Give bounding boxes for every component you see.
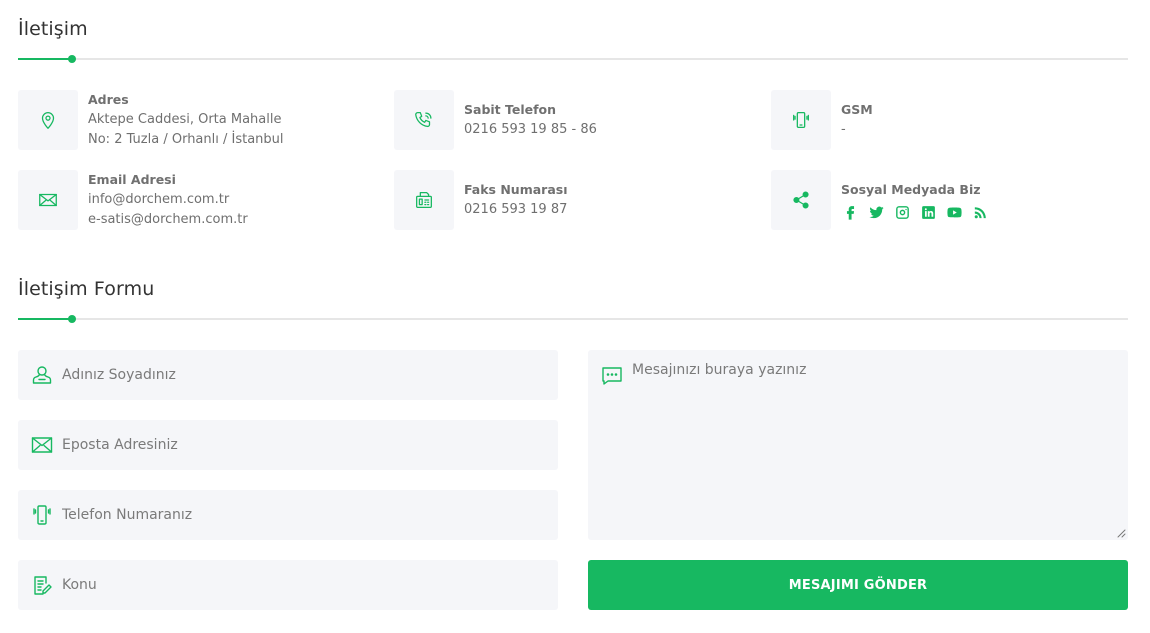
youtube-icon[interactable] xyxy=(945,203,963,221)
share-icon xyxy=(771,170,831,230)
instagram-icon[interactable] xyxy=(893,203,911,221)
rss-icon[interactable] xyxy=(971,203,989,221)
location-pin-icon xyxy=(18,90,78,150)
envelope-icon xyxy=(31,437,53,453)
fax-icon xyxy=(394,170,454,230)
chat-bubble-icon xyxy=(602,367,622,385)
email-line2[interactable]: e-satis@dorchem.com.tr xyxy=(88,210,248,230)
divider-accent xyxy=(18,318,72,320)
social-links xyxy=(841,203,989,221)
fax-label: Faks Numarası xyxy=(464,182,568,197)
phone-input[interactable] xyxy=(62,507,542,523)
gsm-label: GSM xyxy=(841,102,873,117)
subject-input[interactable] xyxy=(62,577,542,593)
divider-dot xyxy=(68,55,76,63)
address-line1: Aktepe Caddesi, Orta Mahalle xyxy=(88,112,282,127)
email-field-wrapper xyxy=(18,420,558,470)
fax-value: 0216 593 19 87 xyxy=(464,202,568,217)
email-line1[interactable]: info@dorchem.com.tr xyxy=(88,190,248,210)
resize-handle-icon[interactable] xyxy=(1117,529,1126,538)
mobile-phone-icon xyxy=(33,505,51,525)
landline-value[interactable]: 0216 593 19 85 - 86 xyxy=(464,120,597,140)
info-address: Adres Aktepe Caddesi, Orta Mahalle No: 2… xyxy=(18,90,284,150)
info-fax: Faks Numarası 0216 593 19 87 xyxy=(394,170,568,230)
address-line2: No: 2 Tuzla / Orhanlı / İstanbul xyxy=(88,132,284,147)
facebook-icon[interactable] xyxy=(841,203,859,221)
info-social: Sosyal Medyada Biz xyxy=(771,170,989,230)
name-field-wrapper xyxy=(18,350,558,400)
phone-icon xyxy=(394,90,454,150)
info-email: Email Adresi info@dorchem.com.tr e-satis… xyxy=(18,170,248,230)
gsm-value: - xyxy=(841,122,846,137)
email-label: Email Adresi xyxy=(88,172,176,187)
linkedin-icon[interactable] xyxy=(919,203,937,221)
address-label: Adres xyxy=(88,92,129,107)
twitter-icon[interactable] xyxy=(867,203,885,221)
form-divider xyxy=(18,315,1128,323)
form-title: İletişim Formu xyxy=(18,278,155,300)
contact-title: İletişim xyxy=(18,18,88,40)
info-landline: Sabit Telefon 0216 593 19 85 - 86 xyxy=(394,90,597,150)
phone-field-wrapper xyxy=(18,490,558,540)
divider-accent xyxy=(18,58,72,60)
contact-divider xyxy=(18,55,1128,63)
document-edit-icon xyxy=(34,576,52,595)
landline-label: Sabit Telefon xyxy=(464,102,557,117)
message-textarea[interactable] xyxy=(632,362,1112,532)
info-gsm: GSM - xyxy=(771,90,873,150)
submit-button[interactable]: MESAJIMI GÖNDER xyxy=(588,560,1128,610)
subject-field-wrapper xyxy=(18,560,558,610)
divider-dot xyxy=(68,315,76,323)
user-icon xyxy=(32,366,52,384)
social-label: Sosyal Medyada Biz xyxy=(841,182,981,197)
mobile-phone-icon xyxy=(771,90,831,150)
message-field-wrapper xyxy=(588,350,1128,540)
envelope-icon xyxy=(18,170,78,230)
email-input[interactable] xyxy=(62,437,542,453)
name-input[interactable] xyxy=(62,367,542,383)
